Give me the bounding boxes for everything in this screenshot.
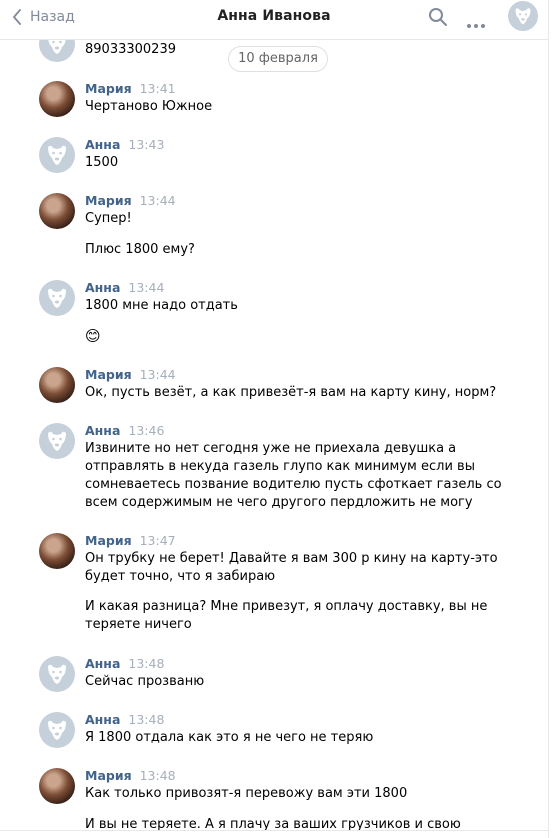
search-icon — [429, 8, 447, 26]
avatar[interactable] — [39, 656, 75, 692]
more-dots-icon — [467, 24, 485, 28]
message-text: Сейчас прозваню — [85, 674, 205, 689]
smile-emoji-icon: 😊 — [85, 327, 101, 345]
more-button[interactable] — [466, 14, 486, 33]
message-text: будет точно, что я забираю — [85, 569, 276, 584]
message-time: 13:46 — [128, 423, 165, 438]
date-divider: 10 февраля — [228, 46, 328, 72]
message-time: 13:48 — [128, 656, 165, 671]
message-time: 13:44 — [139, 193, 176, 208]
message-author[interactable]: Анна — [85, 423, 120, 438]
search-button[interactable] — [428, 7, 448, 31]
message-time: 13:44 — [128, 280, 165, 295]
avatar[interactable] — [39, 280, 75, 316]
avatar[interactable] — [39, 423, 75, 459]
dog-avatar-icon — [48, 40, 66, 54]
avatar[interactable] — [39, 40, 75, 62]
message-text: 89033300239 — [85, 42, 176, 57]
message-time: 13:41 — [139, 81, 176, 96]
dog-avatar-icon — [48, 288, 66, 308]
message-text: 1800 мне надо отдать — [85, 298, 238, 313]
chat-header: Назад Анна Иванова — [0, 0, 548, 40]
message-text: отправлять в некуда газель глупо как мин… — [85, 459, 475, 474]
avatar[interactable] — [39, 367, 75, 403]
avatar[interactable] — [39, 768, 75, 804]
message-author[interactable]: Мария — [85, 768, 132, 783]
bottom-divider — [0, 830, 548, 838]
message-text: 1500 — [85, 155, 119, 170]
message-text: Я 1800 отдала как это я не чего не теряю — [85, 730, 374, 745]
dog-avatar-icon — [48, 145, 66, 165]
scrollbar-track[interactable] — [548, 0, 556, 838]
message-text: Плюс 1800 ему? — [85, 242, 195, 257]
message-text: всем содержимым не чего другого пердложи… — [85, 495, 473, 510]
message-time: 13:48 — [128, 712, 165, 727]
dog-avatar-icon — [48, 720, 66, 740]
message-text: Извините но нет сегодня уже не приехала … — [85, 441, 457, 456]
message-text: Чертаново Южное — [85, 99, 213, 114]
message-time: 13:47 — [139, 533, 176, 548]
avatar[interactable] — [39, 193, 75, 229]
dog-avatar-icon — [48, 664, 66, 684]
message-author[interactable]: Анна — [85, 656, 120, 671]
avatar[interactable] — [39, 533, 75, 569]
message-text: Как только привозят-я перевожу вам эти 1… — [85, 786, 408, 801]
message-author[interactable]: Мария — [85, 533, 132, 548]
message-author[interactable]: Анна — [85, 712, 120, 727]
contact-avatar[interactable] — [508, 1, 538, 31]
message-author[interactable]: Мария — [85, 81, 132, 96]
message-time: 13:48 — [139, 768, 176, 783]
message-time: 13:43 — [128, 137, 165, 152]
message-time: 13:44 — [139, 367, 176, 382]
message-text: Супер! — [85, 211, 132, 226]
avatar[interactable] — [39, 137, 75, 173]
dog-avatar-icon — [48, 431, 66, 451]
message-author[interactable]: Анна — [85, 137, 120, 152]
dog-avatar-icon — [515, 8, 531, 25]
message-text: сомневаетесь позвание водителю пусть сфо… — [85, 477, 502, 492]
message-author[interactable]: Мария — [85, 367, 132, 382]
message-text: И какая разница? Мне привезут, я оплачу … — [85, 599, 488, 614]
message-author[interactable]: Анна — [85, 280, 120, 295]
avatar[interactable] — [39, 712, 75, 748]
message-text: Ок, пусть везёт, а как привезёт-я вам на… — [85, 385, 497, 400]
message-author[interactable]: Мария — [85, 193, 132, 208]
message-text: теряете ничего — [85, 617, 192, 632]
message-text: Он трубку не берет! Давайте я вам 300 р … — [85, 551, 498, 566]
avatar[interactable] — [39, 81, 75, 117]
